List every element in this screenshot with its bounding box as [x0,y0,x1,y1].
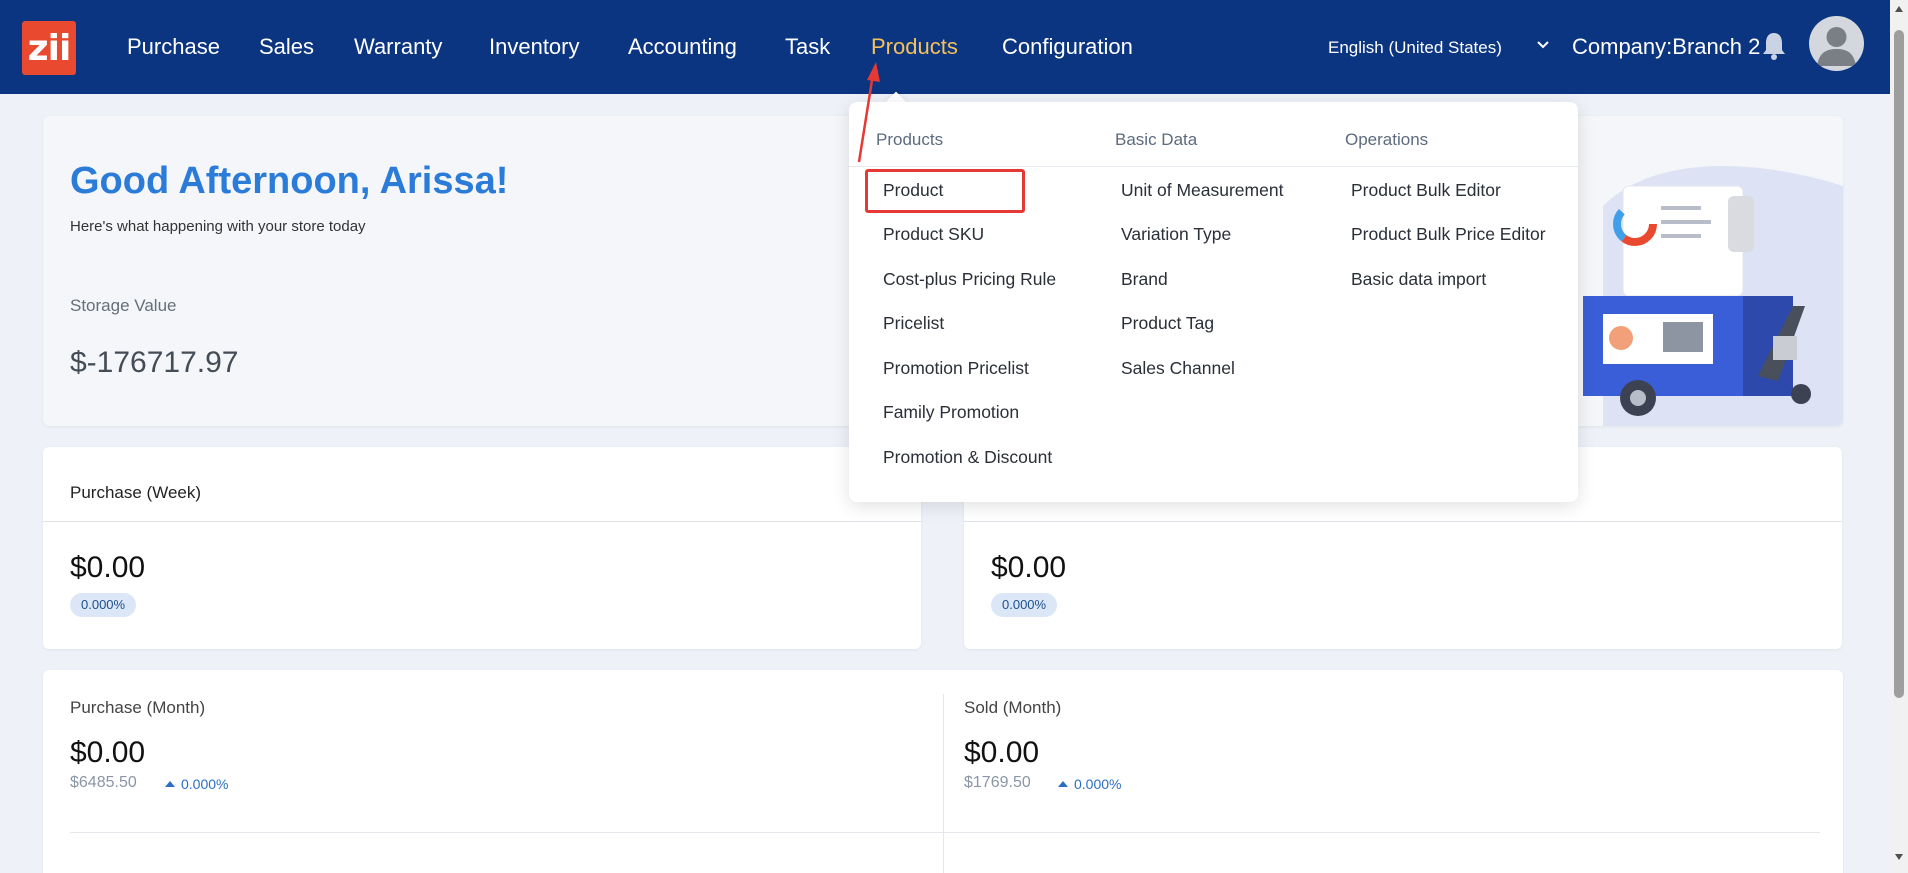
zii-logo[interactable]: zii [22,21,76,75]
storage-value-label: Storage Value [70,296,177,315]
menu-item-brand[interactable]: Brand [1121,269,1168,290]
sold-month-amount: $0.00 [964,736,1040,769]
storage-value-amount: $-176717.97 [70,346,239,379]
caret-up-icon [1058,781,1068,787]
sold-week-amount: $0.00 [991,551,1067,584]
menu-item-product-bulk-price-editor[interactable]: Product Bulk Price Editor [1351,224,1546,245]
purchase-month-previous: $6485.50 [70,774,137,791]
menu-item-basic-data-import[interactable]: Basic data import [1351,269,1486,290]
purchase-month-change: 0.000% [165,776,228,792]
sold-month-title: Sold (Month) [964,698,1062,717]
menu-item-product-bulk-editor[interactable]: Product Bulk Editor [1351,180,1501,201]
purchase-month-change-value: 0.000% [181,776,229,792]
purchase-week-amount: $0.00 [70,551,146,584]
top-navigation-bar: zii Purchase Sales Warranty Inventory Ac… [0,0,1890,94]
menu-divider [849,166,1578,167]
products-mega-menu: Products Basic Data Operations Product P… [849,102,1578,502]
scroll-down-icon[interactable] [1894,852,1904,862]
sold-month-change: 0.000% [1058,776,1121,792]
card-divider [43,521,921,522]
nav-item-purchase[interactable]: Purchase [127,34,220,60]
card-divider [70,832,1820,833]
nav-item-task[interactable]: Task [785,34,830,60]
purchase-month-panel: Purchase (Month) $0.00 $6485.50 0.000% [70,670,940,873]
scrollbar-thumb[interactable] [1894,30,1904,698]
nav-item-products[interactable]: Products [871,34,958,60]
caret-up-icon [165,781,175,787]
menu-item-sales-channel[interactable]: Sales Channel [1121,358,1235,379]
chevron-down-icon[interactable] [1534,36,1552,54]
menu-item-promotion-discount[interactable]: Promotion & Discount [883,447,1052,468]
scroll-up-icon[interactable] [1894,4,1904,14]
menu-item-variation-type[interactable]: Variation Type [1121,224,1231,245]
menu-header-products: Products [876,130,944,149]
company-switcher[interactable]: Company:Branch 2 [1572,34,1760,60]
menu-item-product-tag[interactable]: Product Tag [1121,313,1214,334]
menu-header-operations: Operations [1345,130,1429,149]
annotation-highlight-box [865,169,1025,213]
menu-item-family-promotion[interactable]: Family Promotion [883,402,1019,423]
purchase-month-title: Purchase (Month) [70,698,206,717]
nav-item-inventory[interactable]: Inventory [489,34,580,60]
avatar[interactable] [1809,16,1864,71]
greeting-subtitle: Here's what happening with your store to… [70,218,366,235]
menu-item-unit-of-measurement[interactable]: Unit of Measurement [1121,180,1283,201]
greeting-heading: Good Afternoon, Arissa! [70,160,509,202]
user-icon [1817,27,1856,66]
purchase-week-change-badge: 0.000% [70,593,137,617]
column-divider [943,694,944,873]
month-summary-card: Purchase (Month) $0.00 $6485.50 0.000% S… [43,670,1843,873]
menu-item-cost-plus-pricing-rule[interactable]: Cost-plus Pricing Rule [883,269,1056,290]
language-selector[interactable]: English (United States) [1328,38,1502,58]
menu-item-pricelist[interactable]: Pricelist [883,313,944,334]
purchase-week-card: Purchase (Week) $0.00 0.000% [43,447,921,649]
nav-item-accounting[interactable]: Accounting [628,34,737,60]
delivery-truck-illustration [1583,166,1843,426]
menu-item-product-sku[interactable]: Product SKU [883,224,984,245]
bell-icon[interactable] [1760,30,1788,60]
vertical-scrollbar[interactable] [1890,0,1908,873]
nav-item-configuration[interactable]: Configuration [1002,34,1133,60]
menu-item-promotion-pricelist[interactable]: Promotion Pricelist [883,358,1029,379]
sold-week-change-badge: 0.000% [991,593,1058,617]
nav-item-warranty[interactable]: Warranty [354,34,442,60]
menu-header-basic-data: Basic Data [1115,130,1198,149]
sold-month-panel: Sold (Month) $0.00 $1769.50 0.000% [964,670,1834,873]
card-divider [964,521,1842,522]
purchase-month-amount: $0.00 [70,736,146,769]
sold-month-change-value: 0.000% [1074,776,1122,792]
nav-item-sales[interactable]: Sales [259,34,314,60]
purchase-week-title: Purchase (Week) [70,483,202,502]
sold-month-previous: $1769.50 [964,774,1031,791]
